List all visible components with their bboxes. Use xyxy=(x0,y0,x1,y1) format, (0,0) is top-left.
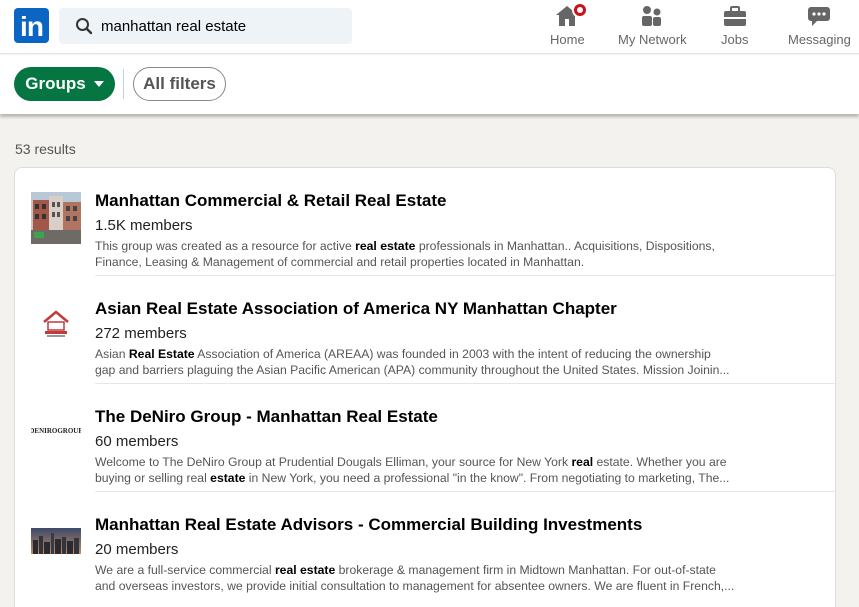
nav-my-network[interactable]: My Network xyxy=(618,4,687,50)
member-count: 1.5K members xyxy=(95,217,193,234)
result-item[interactable]: Asian Real Estate Association of America… xyxy=(15,276,837,384)
group-title[interactable]: The DeNiro Group - Manhattan Real Estate xyxy=(95,407,438,427)
member-count: 60 members xyxy=(95,433,179,450)
all-filters-button[interactable]: All filters xyxy=(133,67,226,101)
nav-home[interactable]: Home xyxy=(550,2,589,50)
groups-filter-button[interactable]: Groups xyxy=(14,67,115,101)
group-description: Welcome to The DeNiro Group at Prudentia… xyxy=(95,455,730,485)
svg-text:DENIROGROUP: DENIROGROUP xyxy=(31,427,81,435)
network-icon xyxy=(639,4,665,28)
results-list: Manhattan Commercial & Retail Real Estat… xyxy=(14,167,837,607)
group-image xyxy=(31,528,81,554)
nav-jobs[interactable]: Jobs xyxy=(721,4,748,50)
messaging-icon xyxy=(806,4,832,28)
nav-messaging[interactable]: Messaging xyxy=(788,4,851,50)
linkedin-logo[interactable]: in xyxy=(14,8,49,43)
notification-badge xyxy=(572,2,589,18)
result-item[interactable]: Manhattan Commercial & Retail Real Estat… xyxy=(15,168,837,276)
results-count: 53 results xyxy=(15,141,76,157)
group-description: This group was created as a resource for… xyxy=(95,239,715,269)
group-title[interactable]: Manhattan Commercial & Retail Real Estat… xyxy=(95,191,446,211)
group-title[interactable]: Asian Real Estate Association of America… xyxy=(95,299,617,319)
group-description: Asian Real Estate Association of America… xyxy=(95,347,730,377)
areaa-logo xyxy=(31,298,81,348)
result-item[interactable]: Manhattan Real Estate Advisors - Commerc… xyxy=(15,492,837,600)
caret-down-icon xyxy=(93,81,104,87)
member-count: 20 members xyxy=(95,541,179,558)
member-count: 272 members xyxy=(95,325,187,342)
group-description: We are a full-service commercial real es… xyxy=(95,563,735,593)
deniro-group-logo: DENIROGROUP xyxy=(29,420,83,440)
filter-bar: Groups All filters xyxy=(0,55,859,114)
search-icon xyxy=(73,15,95,37)
top-nav: in Home My Network Jobs Messaging xyxy=(0,0,859,54)
nav-jobs-label: Jobs xyxy=(721,32,749,47)
search-bar[interactable] xyxy=(59,8,352,44)
home-icon xyxy=(554,2,589,28)
groups-filter-label: Groups xyxy=(25,74,86,93)
search-input[interactable] xyxy=(101,17,341,35)
briefcase-icon xyxy=(722,4,748,28)
group-image xyxy=(31,192,81,244)
nav-my-network-label: My Network xyxy=(618,32,687,47)
result-item[interactable]: DENIROGROUP The DeNiro Group - Manhattan… xyxy=(15,384,837,492)
nav-home-label: Home xyxy=(550,32,585,47)
filter-divider xyxy=(123,69,124,99)
nav-messaging-label: Messaging xyxy=(788,32,851,47)
group-title[interactable]: Manhattan Real Estate Advisors - Commerc… xyxy=(95,515,642,535)
